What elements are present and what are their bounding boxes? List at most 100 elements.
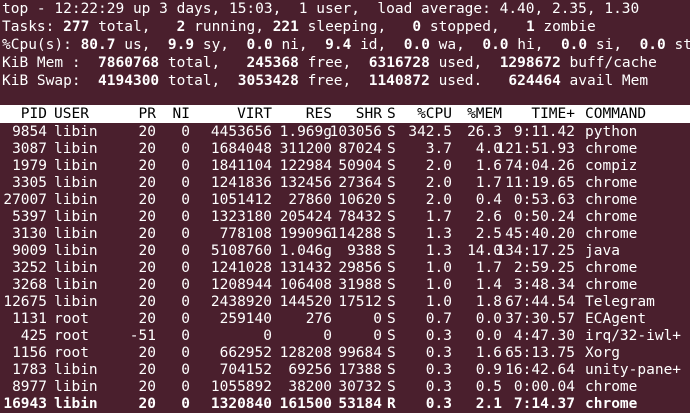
col-pid-cell: 9009 [12,242,47,260]
col-cmd-cell: chrome [585,225,637,243]
col-ni-cell: 0 [181,208,190,226]
col-ni-cell: 0 [181,378,190,396]
col-pid-cell: 425 [21,327,47,345]
col-ni-cell: 0 [181,395,190,413]
col-res-cell: 205424 [280,208,332,226]
col-cmd-cell: chrome [585,191,637,209]
col-res-cell: 1.046g [280,242,332,260]
col-mem-cell: 1.7 [476,174,502,192]
mem-total: 7860768 [98,55,159,71]
col-mem-cell: 1.8 [476,293,502,311]
col-user-cell: libin [54,378,98,396]
col-res-cell: 199096 [280,225,332,243]
col-time-cell: 65:13.75 [505,344,575,362]
col-mem-cell: 0.9 [476,361,502,379]
col-user-cell: root [54,344,89,362]
col-mem-cell: 2.6 [476,208,502,226]
col-res-cell: 144520 [280,293,332,311]
col-mem-cell: 1.4 [476,276,502,294]
col-cmd-cell: chrome [585,208,637,226]
process-row[interactable]: 9009libin20051087601.046g9388S1.314.0134… [0,242,690,260]
process-row[interactable]: 5397libin200132318020542478432S1.72.60:5… [0,208,690,226]
tasks-stopped-label: stopped, [430,19,500,35]
col-virt-cell: 0 [263,327,272,345]
col-time-cell: 134:17.25 [496,242,575,260]
col-cpu-cell: 2.0 [426,157,452,175]
col-virt-cell: 4453656 [211,123,272,141]
col-cpu-cell: 0.3 [426,327,452,345]
col-virt-cell: 1241836 [211,174,272,192]
col-res-cell: 0 [323,327,332,345]
process-row[interactable]: 1979libin200184110412298450904S2.01.674:… [0,157,690,175]
col-s-cell: S [387,157,396,175]
tasks-sleeping-label: sleeping, [308,19,387,35]
terminal-window[interactable]: top - 12:22:29 up 3 days, 15:03, 1 user,… [0,0,690,410]
header-col-pr: PR [139,105,156,123]
col-s-cell: R [387,395,396,413]
col-cpu-cell: 2.0 [426,174,452,192]
col-cpu-cell: 1.0 [426,259,452,277]
process-row[interactable]: 27007libin20010514122786010620S2.00.40:5… [0,191,690,209]
col-pr-cell: 20 [139,174,156,192]
col-pid-cell: 1979 [12,157,47,175]
swap-avail-label: avail Mem [570,73,649,89]
process-row[interactable]: 1131root2002591402760S0.70.037:30.57ECAg… [0,310,690,328]
col-ni-cell: 0 [181,242,190,260]
process-row[interactable]: 1783libin2007041526925617388S0.30.916:42… [0,361,690,379]
col-cmd-cell: Telegram [585,293,655,311]
col-time-cell: 16:42.64 [505,361,575,379]
col-time-cell: 0:00.04 [514,378,575,396]
header-col-cmd: COMMAND [585,105,646,123]
tasks-running: 2 [177,19,186,35]
cpu-ni: 0.0 [247,37,273,53]
process-row[interactable]: 9854libin20044536561.969g103056S342.526.… [0,123,690,141]
col-res-cell: 27860 [288,191,332,209]
cpu-sy-label: sy, [203,37,229,53]
mem-used-label: used, [439,55,483,71]
col-pr-cell: 20 [139,191,156,209]
col-pr-cell: 20 [139,293,156,311]
process-row[interactable]: 1156root20066295212820899684S0.31.665:13… [0,344,690,362]
col-user-cell: libin [54,293,98,311]
swap-total-label: total, [168,73,220,89]
col-cpu-cell: 1.0 [426,276,452,294]
tasks-total: 277 [63,19,89,35]
swap-total: 4194300 [98,73,159,89]
process-row[interactable]: 16943libin200132084016150053184R0.32.17:… [0,395,690,413]
col-pid-cell: 27007 [3,191,47,209]
process-row[interactable]: 425root-510000S0.30.04:47.30irq/32-iwl+ [0,327,690,345]
col-cmd-cell: unity-pane+ [585,361,681,379]
header-col-cpu: %CPU [417,105,452,123]
col-cmd-cell: Xorg [585,344,620,362]
process-row[interactable]: 12675libin200243892014452017512S1.01.867… [0,293,690,311]
cpu-line: %Cpu(s): 80.7 us, 9.9 sy, 0.0 ni, 9.4 id… [2,36,690,54]
col-pr-cell: 20 [139,259,156,277]
mem-free: 245368 [246,55,298,71]
process-row[interactable]: 3268libin200120894410640831988S1.01.43:4… [0,276,690,294]
col-res-cell: 69256 [288,361,332,379]
col-pr-cell: -51 [130,327,156,345]
col-ni-cell: 0 [181,276,190,294]
process-row[interactable]: 8977libin20010558923820030732S0.30.50:00… [0,378,690,396]
mem-label: KiB Mem : [2,55,81,71]
process-row[interactable]: 3130libin200778108199096114288S1.32.545:… [0,225,690,243]
header-col-time: TIME+ [531,105,575,123]
col-mem-cell: 2.5 [476,225,502,243]
col-virt-cell: 1208944 [211,276,272,294]
cpu-st-label: st [675,37,690,53]
col-pr-cell: 20 [139,157,156,175]
col-res-cell: 122984 [280,157,332,175]
process-row[interactable]: 3252libin200124102813143229856S1.01.72:5… [0,259,690,277]
col-res-cell: 311200 [280,140,332,158]
process-row[interactable]: 3305libin200124183613245627364S2.01.711:… [0,174,690,192]
process-row[interactable]: 3087libin200168404831120087024S3.74.0121… [0,140,690,158]
mem-buff-label: buff/cache [570,55,657,71]
header-col-ni: NI [173,105,190,123]
col-time-cell: 0:53.63 [514,191,575,209]
cpu-wa: 0.0 [404,37,430,53]
col-s-cell: S [387,344,396,362]
col-pr-cell: 20 [139,225,156,243]
col-ni-cell: 0 [181,123,190,141]
tasks-sleeping: 221 [273,19,299,35]
col-pid-cell: 5397 [12,208,47,226]
